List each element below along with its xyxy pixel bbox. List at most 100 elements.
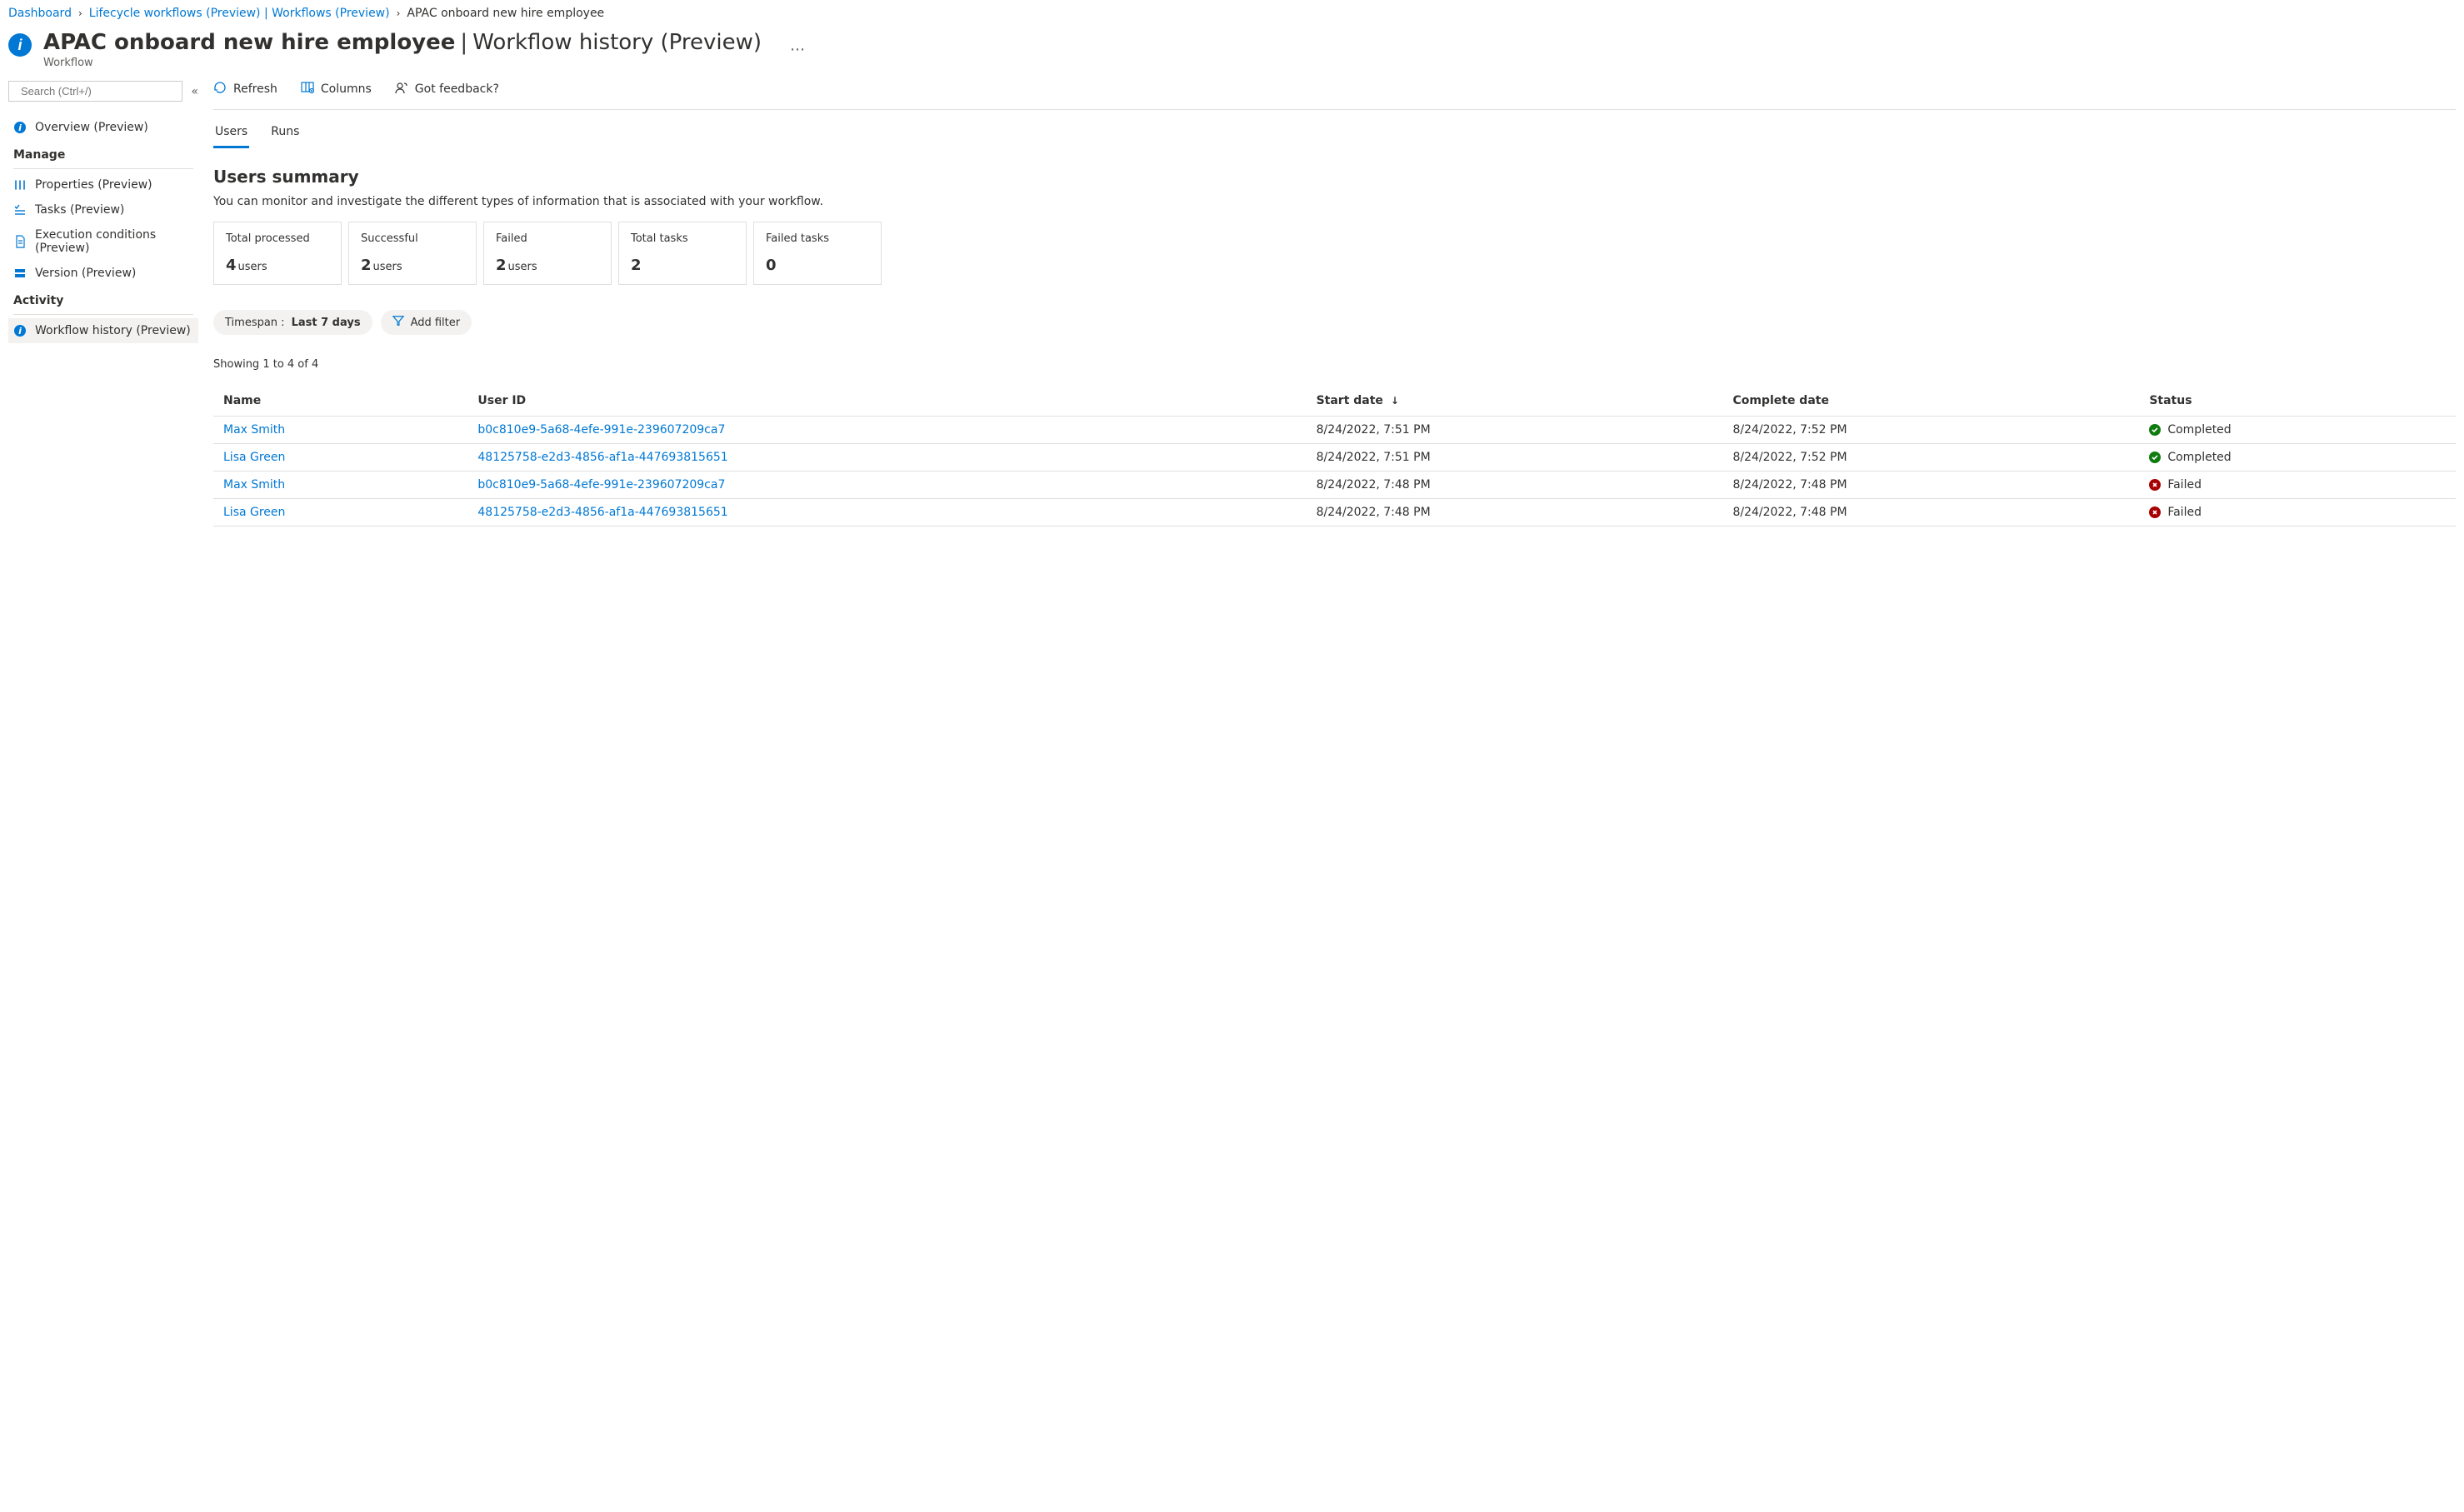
cell-name[interactable]: Lisa Green [213, 444, 467, 472]
filter-timespan[interactable]: Timespan : Last 7 days [213, 310, 372, 335]
summary-cards: Total processed 4users Successful 2users… [213, 222, 2456, 285]
tab-users[interactable]: Users [213, 120, 249, 143]
card-unit: users [508, 261, 537, 273]
sidebar-item-version[interactable]: Version (Preview) [8, 261, 198, 286]
cell-userid[interactable]: 48125758-e2d3-4856-af1a-447693815651 [467, 499, 1306, 526]
section-title: Users summary [213, 167, 2456, 187]
cell-status: Completed [2139, 444, 2456, 472]
card-label: Failed tasks [766, 232, 869, 245]
tab-runs[interactable]: Runs [269, 120, 301, 143]
card-label: Successful [361, 232, 464, 245]
breadcrumb-item[interactable]: Dashboard [8, 7, 72, 20]
toolbar-label: Columns [321, 82, 372, 96]
cell-status: Completed [2139, 417, 2456, 444]
page-title-sub: Workflow history (Preview) [472, 30, 762, 55]
page-title: APAC onboard new hire employee | Workflo… [43, 30, 762, 55]
cell-name[interactable]: Max Smith [213, 472, 467, 499]
card-label: Total tasks [631, 232, 734, 245]
tabs: Users Runs [213, 120, 2456, 143]
card-failed: Failed 2users [483, 222, 612, 285]
more-icon[interactable]: ⋯ [790, 41, 805, 58]
col-start-date[interactable]: Start date ↓ [1307, 386, 1723, 417]
sidebar-item-execution[interactable]: Execution conditions (Preview) [8, 222, 198, 261]
divider [13, 314, 193, 315]
cell-start-date: 8/24/2022, 7:48 PM [1307, 472, 1723, 499]
card-failed-tasks: Failed tasks 0 [753, 222, 882, 285]
status-label: Failed [2167, 506, 2202, 519]
cell-complete-date: 8/24/2022, 7:52 PM [1722, 417, 2139, 444]
sidebar-item-tasks[interactable]: Tasks (Preview) [8, 197, 198, 222]
col-name[interactable]: Name [213, 386, 467, 417]
card-label: Failed [496, 232, 599, 245]
table-row: Lisa Green48125758-e2d3-4856-af1a-447693… [213, 444, 2456, 472]
tasks-icon [13, 203, 27, 217]
check-circle-icon [2149, 424, 2161, 436]
cell-userid[interactable]: 48125758-e2d3-4856-af1a-447693815651 [467, 444, 1306, 472]
card-total-tasks: Total tasks 2 [618, 222, 747, 285]
page-header: i APAC onboard new hire employee | Workf… [8, 30, 2456, 69]
filter-icon [392, 315, 404, 330]
add-filter-button[interactable]: Add filter [381, 310, 472, 335]
check-circle-icon [2149, 452, 2161, 463]
filter-timespan-value: Last 7 days [292, 317, 361, 329]
sidebar-item-overview[interactable]: i Overview (Preview) [8, 115, 198, 140]
chevron-right-icon: › [78, 7, 82, 19]
columns-icon [301, 81, 314, 97]
nav-group-manage: Manage [8, 140, 198, 165]
sidebar-item-label: Overview (Preview) [35, 121, 148, 134]
cell-name[interactable]: Lisa Green [213, 499, 467, 526]
svg-text:i: i [18, 326, 22, 337]
collapse-sidebar-icon[interactable]: « [191, 85, 198, 98]
breadcrumb: Dashboard › Lifecycle workflows (Preview… [8, 5, 2456, 25]
info-icon: i [8, 33, 32, 57]
search-input[interactable] [19, 84, 177, 98]
feedback-button[interactable]: Got feedback? [395, 81, 499, 97]
card-value: 4 [226, 257, 237, 274]
version-icon [13, 267, 27, 280]
sidebar-item-label: Workflow history (Preview) [35, 324, 191, 337]
col-status[interactable]: Status [2139, 386, 2456, 417]
info-icon: i [13, 121, 27, 134]
card-label: Total processed [226, 232, 329, 245]
cell-name[interactable]: Max Smith [213, 417, 467, 444]
section-description: You can monitor and investigate the diff… [213, 195, 2456, 208]
sidebar-item-workflow-history[interactable]: i Workflow history (Preview) [8, 318, 198, 343]
card-value: 0 [766, 257, 777, 274]
cell-userid[interactable]: b0c810e9-5a68-4efe-991e-239607209ca7 [467, 472, 1306, 499]
x-circle-icon [2149, 506, 2161, 518]
divider [213, 109, 2456, 110]
nav-group-activity: Activity [8, 286, 198, 311]
card-unit: users [238, 261, 267, 273]
col-complete-date[interactable]: Complete date [1722, 386, 2139, 417]
cell-start-date: 8/24/2022, 7:51 PM [1307, 444, 1723, 472]
toolbar-label: Got feedback? [415, 82, 499, 96]
sort-desc-icon: ↓ [1391, 395, 1399, 407]
card-total-processed: Total processed 4users [213, 222, 342, 285]
properties-icon [13, 178, 27, 192]
divider [13, 168, 193, 169]
cell-status: Failed [2139, 499, 2456, 526]
sidebar-item-label: Version (Preview) [35, 267, 136, 280]
cell-complete-date: 8/24/2022, 7:48 PM [1722, 499, 2139, 526]
col-start-label: Start date [1317, 394, 1383, 407]
refresh-button[interactable]: Refresh [213, 81, 277, 97]
add-filter-label: Add filter [411, 317, 461, 329]
cell-status: Failed [2139, 472, 2456, 499]
feedback-icon [395, 81, 408, 97]
card-unit: users [373, 261, 402, 273]
chevron-right-icon: › [397, 7, 401, 19]
sidebar-item-properties[interactable]: Properties (Preview) [8, 172, 198, 197]
status-label: Completed [2167, 451, 2231, 464]
cell-userid[interactable]: b0c810e9-5a68-4efe-991e-239607209ca7 [467, 417, 1306, 444]
columns-button[interactable]: Columns [301, 81, 372, 97]
info-icon: i [13, 324, 27, 337]
page-caption: Workflow [43, 57, 762, 69]
toolbar-label: Refresh [233, 82, 277, 96]
card-value: 2 [631, 257, 642, 274]
search-input-wrap[interactable] [8, 81, 182, 102]
breadcrumb-item[interactable]: Lifecycle workflows (Preview) | Workflow… [89, 7, 390, 20]
sidebar-item-label: Execution conditions (Preview) [35, 228, 193, 255]
col-userid[interactable]: User ID [467, 386, 1306, 417]
breadcrumb-current: APAC onboard new hire employee [407, 7, 604, 20]
pagination-summary: Showing 1 to 4 of 4 [213, 358, 2456, 371]
